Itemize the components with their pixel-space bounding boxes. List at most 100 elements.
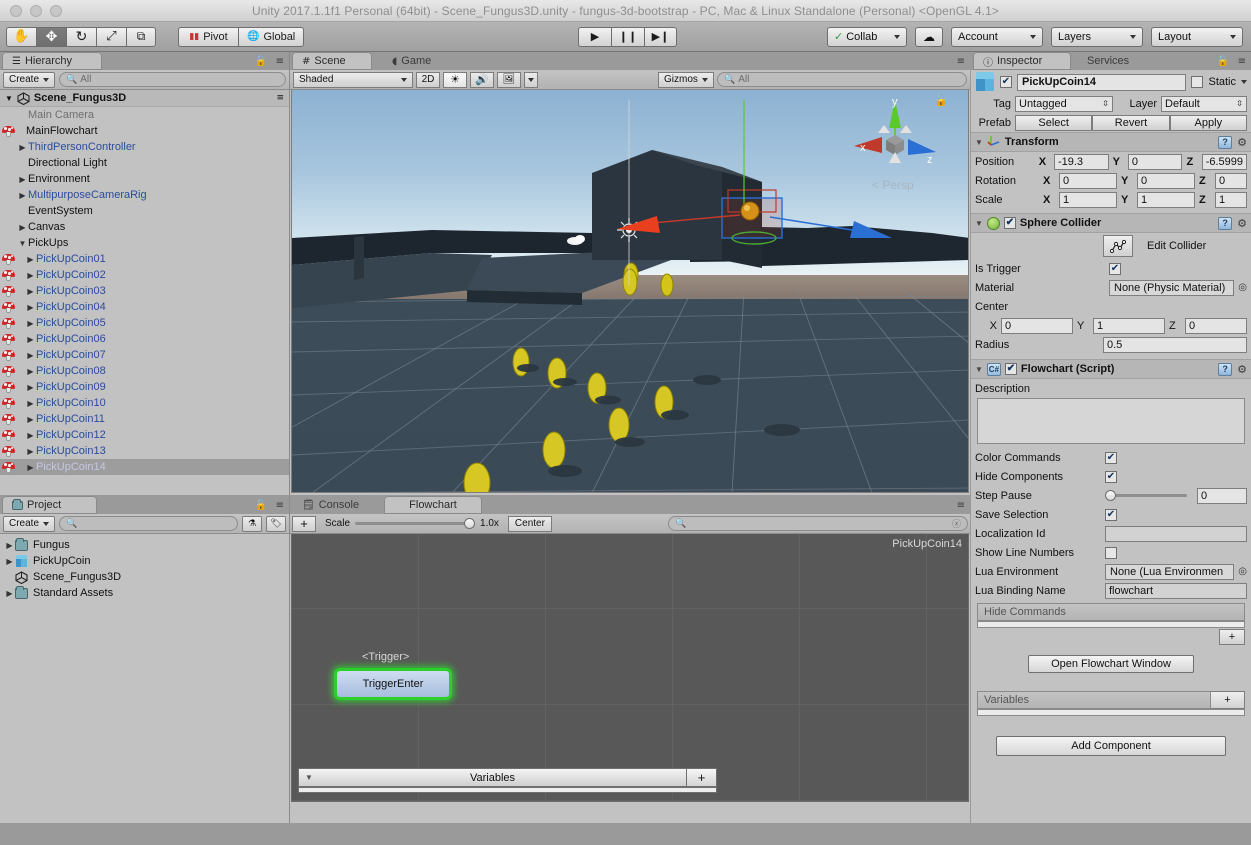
scene-fx-dropdown[interactable]	[524, 71, 538, 88]
is-trigger-checkbox[interactable]	[1109, 262, 1121, 275]
step-pause-slider-knob[interactable]	[1105, 490, 1116, 501]
scale-slider[interactable]: Scale 1.0x	[325, 518, 499, 529]
rotation-x-input[interactable]: 0	[1059, 172, 1117, 189]
tab-console[interactable]: 🗒 Console	[292, 496, 376, 514]
prefab-revert-button[interactable]: Revert	[1092, 114, 1170, 131]
expand-arrow-icon[interactable]: ▶	[25, 447, 36, 456]
scene-orientation-gizmo[interactable]: x y z 🔓 < Persp	[840, 90, 950, 200]
transform-component-header[interactable]: ▼ Transform ? ⚙	[971, 132, 1251, 152]
perspective-label[interactable]: < Persp	[872, 178, 914, 192]
step-pause-input[interactable]: 0	[1197, 487, 1247, 504]
panel-menu-icon[interactable]: ≡	[276, 56, 284, 67]
gizmo-lock-icon[interactable]: 🔓	[934, 94, 948, 107]
expand-arrow-icon[interactable]: ▶	[25, 431, 36, 440]
step-button[interactable]: ▶❙	[644, 26, 677, 47]
show-line-numbers-checkbox[interactable]	[1105, 546, 1117, 559]
scale-z-input[interactable]: 1	[1215, 191, 1247, 208]
scene-fx-icon[interactable]: 🖼	[497, 71, 521, 88]
hierarchy-item-pickups[interactable]: ▼ PickUps	[0, 235, 289, 251]
help-icon[interactable]: ?	[1218, 135, 1233, 149]
scale-tool-icon[interactable]: ⤢	[96, 26, 126, 47]
project-item-pickupcoin[interactable]: ▶ PickUpCoin	[0, 553, 289, 569]
center-x-input[interactable]: 0	[1001, 317, 1073, 334]
expand-arrow-icon[interactable]: ▶	[25, 383, 36, 392]
project-search-input[interactable]: 🔍	[59, 516, 238, 531]
flowchart-enabled-checkbox[interactable]	[1004, 363, 1017, 375]
layer-dropdown[interactable]: Default ⇳	[1161, 95, 1247, 112]
position-z-input[interactable]: -6.5999	[1201, 153, 1247, 170]
physic-material-object-field[interactable]: None (Physic Material)	[1109, 279, 1235, 296]
hierarchy-item-pickupcoin07[interactable]: ▶ PickUpCoin07	[0, 347, 289, 363]
cloud-button[interactable]: ☁	[915, 26, 943, 47]
expand-arrow-icon[interactable]: ▶	[17, 223, 28, 232]
hierarchy-item-main-camera[interactable]: Main Camera	[0, 107, 289, 123]
add-block-button[interactable]: +	[292, 515, 316, 532]
expand-arrow-icon[interactable]: ▶	[17, 175, 28, 184]
lock-icon[interactable]: 🔓	[255, 500, 267, 511]
hide-components-checkbox[interactable]	[1105, 470, 1117, 483]
lua-environment-object-field[interactable]: None (Lua Environmen	[1105, 563, 1235, 580]
step-pause-slider[interactable]	[1105, 490, 1187, 501]
pivot-button[interactable]: ▮▮ Pivot	[178, 26, 238, 47]
open-flowchart-window-button[interactable]: Open Flowchart Window	[1028, 655, 1194, 673]
expand-arrow-icon[interactable]: ▶	[25, 271, 36, 280]
gear-icon[interactable]: ⚙	[1237, 217, 1247, 230]
flowchart-canvas[interactable]: PickUpCoin14 <Trigger> TriggerEnter ▼ Va…	[291, 534, 969, 802]
panel-menu-icon[interactable]: ≡	[957, 56, 965, 67]
variables-header[interactable]: Variables	[977, 691, 1211, 709]
expand-arrow-icon[interactable]: ▶	[4, 541, 15, 550]
scale-x-input[interactable]: 1	[1059, 191, 1117, 208]
hierarchy-item-pickupcoin04[interactable]: ▶ PickUpCoin04	[0, 299, 289, 315]
hierarchy-item-pickupcoin13[interactable]: ▶ PickUpCoin13	[0, 443, 289, 459]
hierarchy-item-pickupcoin09[interactable]: ▶ PickUpCoin09	[0, 379, 289, 395]
clear-search-icon[interactable]: ⓧ	[952, 517, 961, 530]
hierarchy-item-pickupcoin12[interactable]: ▶ PickUpCoin12	[0, 427, 289, 443]
panel-menu-icon[interactable]: ≡	[957, 500, 965, 511]
hierarchy-item-thirdpersoncontroller[interactable]: ▶ ThirdPersonController	[0, 139, 289, 155]
hierarchy-item-pickupcoin11[interactable]: ▶ PickUpCoin11	[0, 411, 289, 427]
scene-lighting-icon[interactable]: ☀	[443, 71, 467, 88]
lua-binding-name-input[interactable]: flowchart	[1105, 582, 1247, 599]
rotation-z-input[interactable]: 0	[1215, 172, 1247, 189]
transform-tools-group[interactable]: ✋ ✥ ↻ ⤢ ⧉	[6, 26, 156, 47]
chevron-down-icon[interactable]: ▼	[975, 138, 983, 147]
center-button[interactable]: Center	[507, 515, 552, 532]
flowchart-search-input[interactable]: 🔍 ⓧ	[668, 516, 968, 531]
expand-arrow-icon[interactable]: ▶	[25, 335, 36, 344]
add-component-button[interactable]: Add Component	[996, 736, 1226, 756]
expand-arrow-icon[interactable]: ▶	[4, 557, 15, 566]
gizmos-dropdown[interactable]: Gizmos	[658, 71, 714, 88]
expand-arrow-icon[interactable]: ▶	[25, 463, 36, 472]
scene-viewport[interactable]: x y z 🔓 < Persp	[291, 90, 969, 493]
gear-icon[interactable]: ⚙	[1237, 136, 1247, 149]
object-picker-icon[interactable]: ◎	[1238, 282, 1247, 293]
expand-arrow-icon[interactable]: ▶	[25, 415, 36, 424]
expand-arrow-icon[interactable]: ▶	[25, 399, 36, 408]
scale-slider-track[interactable]	[355, 518, 476, 529]
static-dropdown-icon[interactable]	[1241, 80, 1247, 84]
panel-menu-icon[interactable]: ≡	[1238, 56, 1246, 67]
hierarchy-item-environment[interactable]: ▶ Environment	[0, 171, 289, 187]
chevron-down-icon[interactable]: ▼	[975, 365, 983, 374]
flowchart-add-variable-button[interactable]: +	[687, 768, 717, 787]
play-button[interactable]: ▶	[578, 26, 611, 47]
position-y-input[interactable]: 0	[1127, 153, 1183, 170]
scene-menu-icon[interactable]: ≡	[276, 93, 284, 103]
center-y-input[interactable]: 1	[1093, 317, 1165, 334]
hierarchy-item-directional-light[interactable]: Directional Light	[0, 155, 289, 171]
prefab-apply-button[interactable]: Apply	[1169, 114, 1247, 131]
tab-hierarchy[interactable]: ☰ Hierarchy	[2, 52, 102, 70]
hierarchy-item-pickupcoin01[interactable]: ▶ PickUpCoin01	[0, 251, 289, 267]
color-commands-checkbox[interactable]	[1105, 451, 1117, 464]
tab-services[interactable]: Services	[1077, 52, 1149, 70]
expand-arrow-icon[interactable]: ▶	[25, 255, 36, 264]
hierarchy-item-pickupcoin14[interactable]: ▶ PickUpCoin14	[0, 459, 289, 475]
panel-menu-icon[interactable]: ≡	[276, 500, 284, 511]
add-variable-button[interactable]: +	[1211, 691, 1245, 709]
layers-button[interactable]: Layers	[1051, 26, 1143, 47]
flowchart-component-header[interactable]: ▼ C# Flowchart (Script) ? ⚙	[971, 359, 1251, 379]
prefab-select-button[interactable]: Select	[1015, 114, 1093, 131]
help-icon[interactable]: ?	[1218, 362, 1233, 376]
pause-button[interactable]: ❙❙	[611, 26, 644, 47]
hierarchy-item-mainflowchart[interactable]: MainFlowchart	[0, 123, 289, 139]
